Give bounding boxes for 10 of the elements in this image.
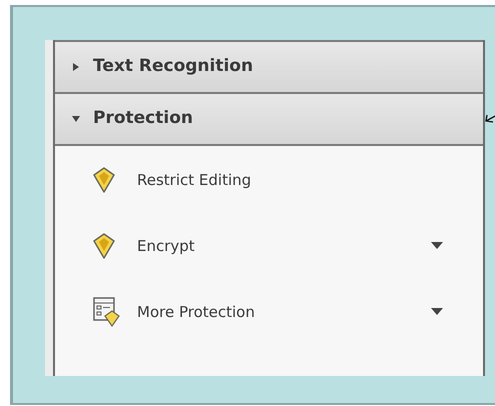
- section-header[interactable]: Protection: [55, 92, 483, 144]
- form-shield-icon: [93, 297, 121, 327]
- menu-item[interactable]: Encrypt: [93, 232, 443, 260]
- shield-icon: [93, 233, 115, 259]
- menu-item[interactable]: Restrict Editing: [93, 166, 443, 194]
- caret-right-icon: [71, 62, 81, 72]
- caret-down-icon: [71, 114, 81, 124]
- menu-item[interactable]: More Protection: [93, 298, 443, 326]
- section-header[interactable]: Text Recognition: [55, 40, 483, 92]
- shield-icon: [93, 167, 115, 193]
